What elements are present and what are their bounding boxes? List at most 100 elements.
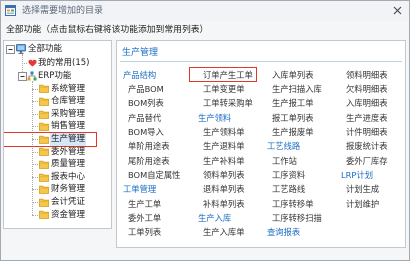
function-item[interactable]: 欠料明细表	[346, 82, 388, 96]
function-item[interactable]: 计划维护	[346, 197, 388, 211]
tree-item-erp[interactable]: ERP功能	[4, 70, 109, 83]
function-item[interactable]: 工单转采购单	[203, 96, 253, 110]
function-item[interactable]: 生产补料单	[203, 154, 253, 168]
tree-item-label: 系统管理	[51, 83, 86, 94]
tree-item-label: 我的常用(15)	[38, 57, 90, 68]
function-item[interactable]: 生产领料单	[203, 125, 253, 139]
function-item[interactable]: 入库单列表	[272, 68, 322, 82]
function-item[interactable]: 生产报工单	[272, 96, 322, 110]
tree-item-label: 全部功能	[28, 43, 63, 54]
tree-item-label: ERP功能	[38, 70, 72, 81]
function-item[interactable]: 计划生成	[346, 182, 388, 196]
function-item[interactable]: 工单变更单	[203, 82, 253, 96]
function-item[interactable]: 入库明细表	[346, 96, 388, 110]
erp-icon	[27, 71, 37, 81]
erp-module-list: 系统管理仓库管理 采购管理 销售管理 生产管理 委外管理质量管理 报表中心财务管理会计凭证…	[4, 83, 109, 222]
folder-icon	[39, 160, 49, 169]
heart-icon	[28, 59, 37, 67]
tree-item-all-functions[interactable]: 全部功能	[4, 43, 109, 56]
tree-item-module[interactable]: 报表中心	[4, 171, 109, 184]
tree-item-label: 资金管理	[51, 209, 86, 220]
folder-icon	[39, 97, 49, 106]
function-item[interactable]: 单阶用途表	[128, 139, 180, 153]
folder-icon	[39, 84, 49, 94]
tree-item-module[interactable]: 销售管理	[4, 120, 109, 133]
tree-item-module[interactable]: 资金管理	[4, 209, 109, 222]
folder-icon	[39, 210, 49, 220]
tree-item-label: 销售管理	[51, 121, 86, 132]
function-item[interactable]: 订单产生工单	[189, 67, 257, 83]
folder-icon	[39, 147, 49, 157]
function-item[interactable]: 产品替代	[128, 111, 180, 125]
function-group-heading: 工艺线路	[267, 141, 301, 152]
function-item[interactable]: 报工单列表	[272, 111, 322, 125]
instruction-text: 全部功能（点击鼠标右键将该功能添加到常用列表）	[6, 25, 209, 35]
minus-box-icon	[18, 71, 27, 81]
tree-item-module[interactable]: 会计凭证	[4, 196, 109, 209]
function-group-heading: 生产领料	[198, 112, 232, 123]
tree-item-module[interactable]: 采购管理	[4, 108, 109, 121]
folder-icon	[39, 173, 49, 182]
function-item[interactable]: 补料单列表	[203, 197, 253, 211]
function-item[interactable]: BOM列表	[128, 96, 180, 110]
folder-icon	[39, 122, 49, 132]
function-item[interactable]: 领料单列表	[203, 168, 253, 182]
folder-icon	[39, 110, 49, 119]
function-panel: 生产管理 产品结构产品BOM BOM列表 产品替代 BOM导入 单阶用途表 尾阶用途表 BO…	[116, 40, 406, 248]
function-group-heading: 查询报表	[267, 227, 301, 238]
monitor-icon	[16, 44, 26, 54]
tree-item-module[interactable]: 仓库管理	[4, 95, 109, 108]
tree-item-favorites[interactable]: 我的常用(15)	[4, 57, 109, 70]
dialog-title: 选择需要增加的目录	[22, 6, 104, 16]
function-item[interactable]: 工艺路线	[272, 182, 322, 196]
window-icon	[5, 5, 16, 16]
function-item[interactable]: 产品BOM	[128, 82, 180, 96]
select-directory-dialog: 选择需要增加的目录 全部功能（点击鼠标右键将该功能添加到常用列表） 全部功能 我…	[0, 0, 410, 261]
function-tree[interactable]: 全部功能 我的常用(15) ERP功能 系统管理仓库管理 采购管理 销售管理 生产管理…	[3, 40, 112, 229]
function-grid: 产品结构产品BOM BOM列表 产品替代 BOM导入 单阶用途表 尾阶用途表 BOM自定属性…	[117, 67, 405, 246]
tree-item-label: 财务管理	[51, 184, 86, 195]
tree-item-module[interactable]: 质量管理	[4, 158, 109, 171]
function-item[interactable]: 委外工单	[128, 211, 180, 225]
tree-item-module[interactable]: 委外管理	[4, 146, 109, 159]
module-heading: 生产管理	[122, 48, 159, 58]
collapse-toggle[interactable]	[18, 71, 27, 81]
function-group-heading: 工单管理	[123, 184, 157, 195]
function-item[interactable]: 工单列表	[128, 225, 180, 239]
function-item[interactable]: 生产工单	[128, 197, 180, 211]
function-item[interactable]: 委外厂库存	[346, 154, 388, 168]
tree-item-module[interactable]: 财务管理	[4, 183, 109, 196]
function-item[interactable]: 工作站	[272, 154, 322, 168]
function-item[interactable]: 领料明细表	[346, 68, 388, 82]
tree-item-module[interactable]: 系统管理	[4, 83, 109, 96]
tree-item-label: 委外管理	[51, 146, 86, 157]
function-item[interactable]: BOM导入	[128, 125, 180, 139]
close-button[interactable]	[393, 6, 402, 15]
function-column: 入库单列表 生产扫描入库 生产报工单 报工单列表 生产报废单工艺线路工作站 工序资料 工艺路…	[267, 68, 322, 240]
function-item[interactable]: 报废统计表	[346, 139, 388, 153]
function-column: 订单产生工单 工单变更单 工单转采购单生产领料生产领料单 生产退料单 生产补料单 领料单列…	[189, 67, 257, 240]
function-item[interactable]: 生产扫描入库	[272, 82, 322, 96]
function-group-heading: 产品结构	[123, 69, 157, 80]
function-item[interactable]: 工序转移单	[272, 197, 322, 211]
function-item[interactable]: 计件明细表	[346, 125, 388, 139]
title-bar[interactable]: 选择需要增加的目录	[1, 1, 409, 21]
function-item[interactable]: 工序转移扫描	[272, 211, 322, 225]
tree-item-label: 生产管理	[50, 133, 87, 146]
tree-item-label: 仓库管理	[51, 96, 86, 107]
tree-item-label: 质量管理	[51, 159, 86, 170]
function-item[interactable]: 生产入库单	[203, 225, 253, 239]
tree-item-label: 会计凭证	[51, 197, 86, 208]
function-item[interactable]: 生产退料单	[203, 139, 253, 153]
tree-item-label: 报表中心	[51, 171, 86, 182]
function-item[interactable]: 生产进度表	[346, 111, 388, 125]
function-item[interactable]: 工序资料	[272, 168, 322, 182]
collapse-toggle[interactable]	[6, 44, 15, 54]
function-item[interactable]: 退料单列表	[203, 182, 253, 196]
function-column: 领料明细表 欠料明细表 入库明细表 生产进度表 计件明细表 报废统计表 委外厂库存 LRP计划…	[341, 68, 388, 211]
function-group-heading: 生产入库	[198, 212, 232, 223]
tree-item-module[interactable]: 生产管理	[4, 132, 109, 147]
function-item[interactable]: BOM自定属性	[128, 168, 180, 182]
function-item[interactable]: 生产报废单	[272, 125, 322, 139]
function-item[interactable]: 尾阶用途表	[128, 154, 180, 168]
